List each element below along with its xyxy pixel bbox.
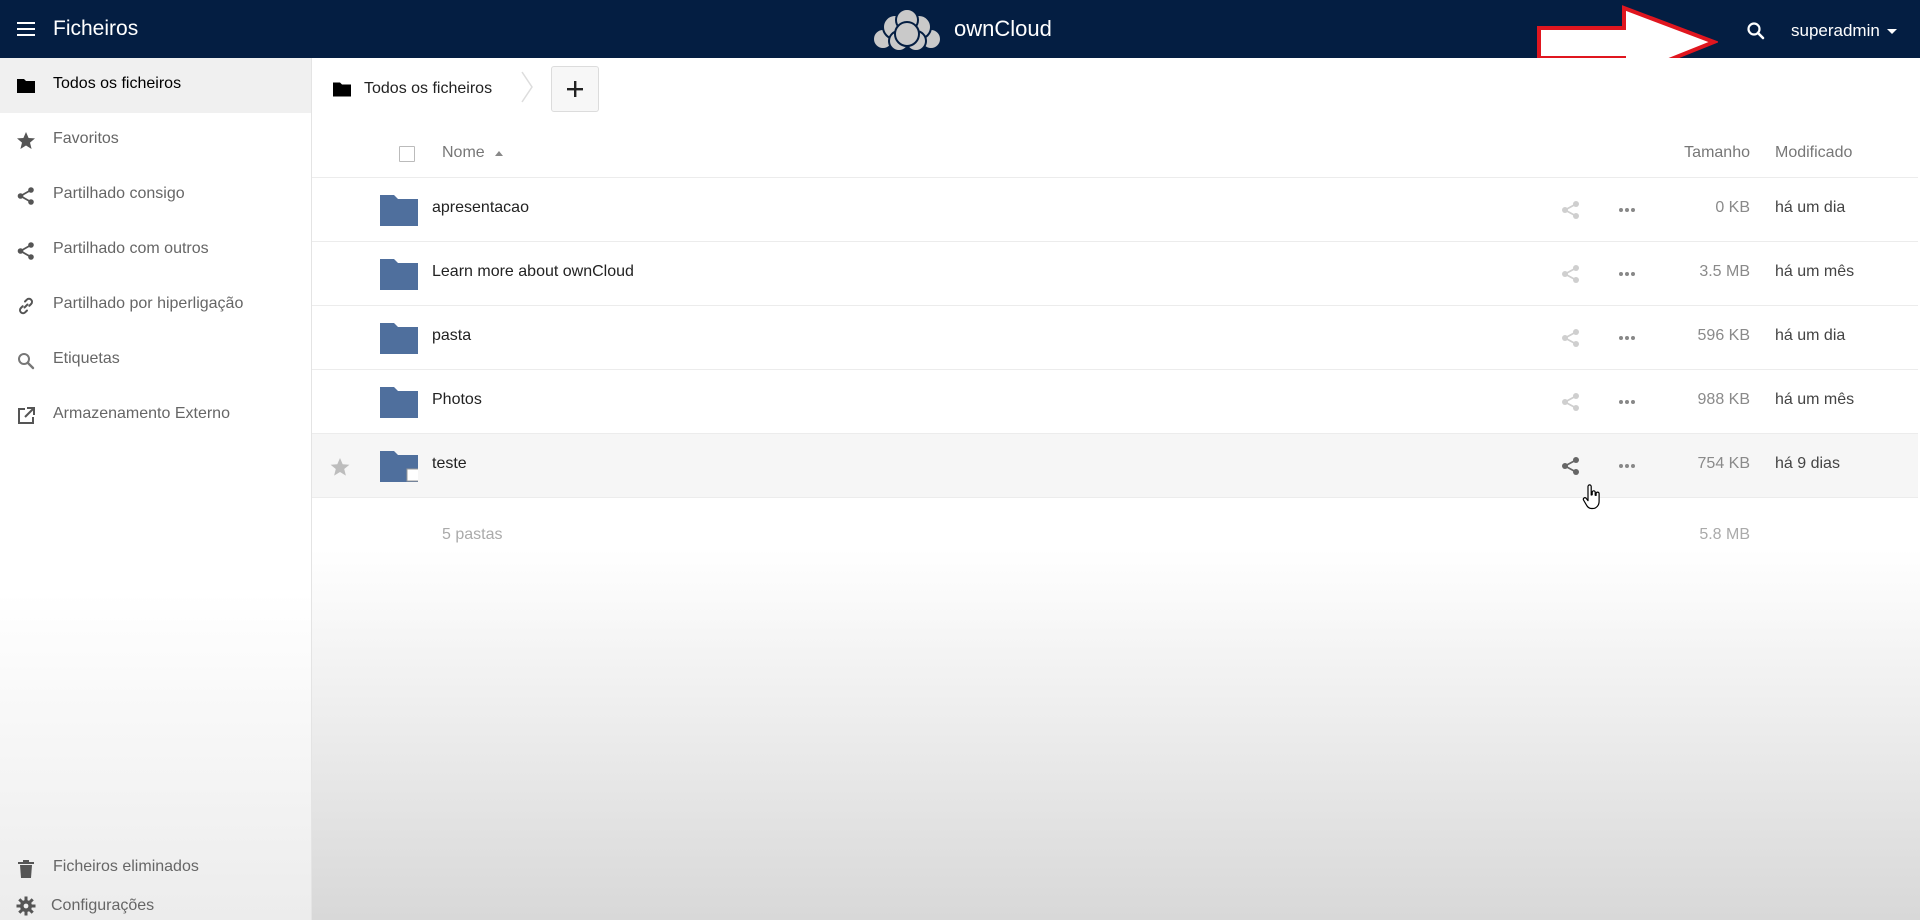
folder-icon (380, 259, 418, 290)
file-size: 3.5 MB (1699, 263, 1750, 280)
gear-icon (16, 896, 36, 916)
folder-icon (333, 82, 351, 96)
breadcrumb-separator-icon (521, 71, 533, 103)
file-size: 596 KB (1697, 327, 1750, 344)
favorite-star-icon[interactable] (329, 456, 351, 478)
sidebar-item-deleted-files[interactable]: Ficheiros eliminados (0, 841, 311, 896)
file-modified: há um dia (1775, 327, 1846, 344)
folder-icon (380, 387, 418, 418)
external-storage-icon (16, 406, 36, 426)
sidebar-item-shared-with-you[interactable]: Partilhado consigo (0, 168, 311, 223)
user-menu[interactable]: superadmin (1791, 21, 1897, 41)
column-header-name[interactable]: Nome (442, 144, 503, 162)
folder-icon (380, 451, 418, 482)
table-row[interactable]: pasta 596 KB há um dia (312, 306, 1918, 370)
logo-text: ownCloud (954, 16, 1052, 41)
file-size: 988 KB (1697, 391, 1750, 408)
plus-icon (567, 81, 583, 97)
file-name[interactable]: apresentacao (432, 199, 529, 217)
table-row[interactable]: Learn more about ownCloud 3.5 MB há um m… (312, 242, 1918, 306)
link-icon (16, 296, 36, 316)
folder-icon (380, 195, 418, 226)
share-icon (16, 241, 36, 261)
sidebar: Todos os ficheiros Favoritos Partilhado … (0, 58, 312, 920)
top-header: Ficheiros ownCloud superadmin (0, 0, 1920, 58)
file-modified: há 9 dias (1775, 455, 1840, 472)
file-name[interactable]: Learn more about ownCloud (432, 263, 634, 281)
sidebar-item-tags[interactable]: Etiquetas (0, 333, 311, 388)
file-size: 754 KB (1697, 455, 1750, 472)
file-modified: há um dia (1775, 199, 1846, 216)
select-all-checkbox[interactable] (399, 146, 415, 162)
share-icon[interactable] (1560, 391, 1582, 413)
app-title[interactable]: Ficheiros (53, 17, 138, 41)
table-header: Nome Tamanho Modificado (312, 124, 1918, 178)
share-icon[interactable] (1560, 327, 1582, 349)
share-icon[interactable] (1560, 455, 1582, 477)
username-label: superadmin (1791, 21, 1880, 40)
more-actions-icon[interactable] (1615, 263, 1639, 285)
more-actions-icon[interactable] (1615, 327, 1639, 349)
folder-icon (380, 323, 418, 354)
sort-ascending-icon (494, 150, 503, 156)
more-actions-icon[interactable] (1615, 455, 1639, 477)
file-name[interactable]: Photos (432, 391, 482, 409)
search-icon[interactable] (1746, 21, 1766, 41)
summary-folder-count: 5 pastas (442, 526, 503, 543)
file-name[interactable]: teste (432, 455, 467, 473)
sidebar-item-favorites[interactable]: Favoritos (0, 113, 311, 168)
table-row[interactable]: teste 754 KB há 9 dias (312, 434, 1918, 498)
column-header-modified[interactable]: Modificado (1775, 144, 1852, 162)
sidebar-item-external-storage[interactable]: Armazenamento Externo (0, 388, 311, 443)
sidebar-item-all-files[interactable]: Todos os ficheiros (0, 58, 311, 113)
file-size: 0 KB (1715, 199, 1750, 216)
file-modified: há um mês (1775, 263, 1855, 280)
file-name[interactable]: pasta (432, 327, 471, 345)
summary-total-size: 5.8 MB (1699, 526, 1750, 543)
sidebar-item-shared-with-others[interactable]: Partilhado com outros (0, 223, 311, 278)
share-icon (16, 186, 36, 206)
breadcrumb[interactable]: Todos os ficheiros (332, 80, 492, 98)
main-content: Todos os ficheiros Nome Tamanho Modifica… (312, 58, 1920, 920)
table-row[interactable]: apresentacao 0 KB há um dia (312, 178, 1918, 242)
folder-icon (16, 76, 36, 96)
file-modified: há um mês (1775, 391, 1855, 408)
table-row[interactable]: Photos 988 KB há um mês (312, 370, 1918, 434)
hamburger-menu-icon[interactable] (16, 19, 36, 39)
sidebar-item-settings[interactable]: Configurações (0, 896, 311, 920)
more-actions-icon[interactable] (1615, 391, 1639, 413)
tag-search-icon (16, 351, 36, 371)
share-icon[interactable] (1560, 263, 1582, 285)
trash-icon (16, 859, 36, 879)
more-actions-icon[interactable] (1615, 199, 1639, 221)
new-file-button[interactable] (551, 66, 599, 112)
owncloud-files-app: Ficheiros ownCloud superadmin Todos os f… (0, 0, 1920, 920)
chevron-down-icon (1886, 28, 1897, 34)
sidebar-item-shared-by-link[interactable]: Partilhado por hiperligação (0, 278, 311, 333)
share-icon[interactable] (1560, 199, 1582, 221)
star-icon (16, 131, 36, 151)
owncloud-logo-icon[interactable] (868, 6, 948, 54)
column-header-size[interactable]: Tamanho (1667, 144, 1750, 162)
breadcrumb-label: Todos os ficheiros (364, 80, 493, 97)
